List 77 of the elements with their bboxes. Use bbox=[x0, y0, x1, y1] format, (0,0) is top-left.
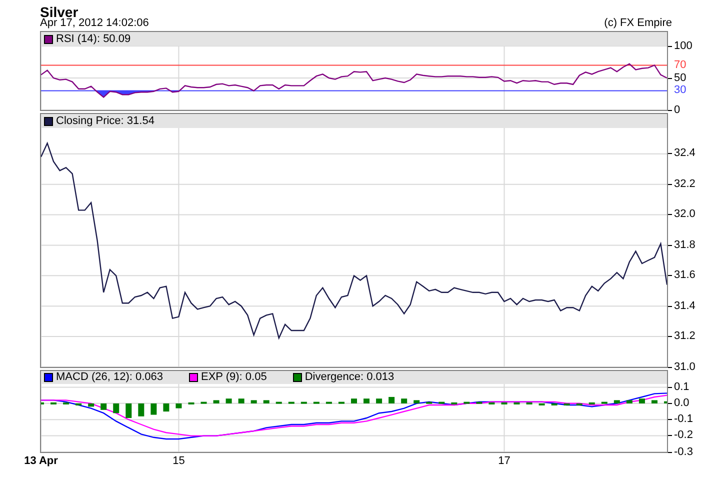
divergence-bar bbox=[263, 400, 270, 404]
divergence-bar bbox=[426, 402, 432, 404]
axis-label: 31.2 bbox=[674, 331, 696, 342]
divergence-bar bbox=[514, 402, 520, 404]
divergence-bar bbox=[526, 402, 532, 404]
divergence-bar bbox=[626, 400, 632, 404]
timestamp: Apr 17, 2012 14:02:06 bbox=[40, 18, 149, 28]
axis-label: 31.6 bbox=[674, 270, 696, 282]
axis-label: 50 bbox=[674, 72, 686, 84]
divergence-bar bbox=[300, 402, 307, 404]
divergence-bar bbox=[200, 402, 207, 404]
divergence-bar bbox=[250, 400, 257, 404]
divergence-bar bbox=[476, 402, 482, 404]
divergence-bar bbox=[576, 403, 582, 406]
divergence-bar bbox=[50, 402, 57, 404]
axis-label: 100 bbox=[674, 40, 692, 52]
axis-label: -0.2 bbox=[674, 430, 693, 442]
divergence-bar bbox=[238, 398, 244, 404]
divergence-bar bbox=[288, 402, 294, 404]
divergence-bar bbox=[488, 402, 495, 404]
legend-label: RSI (14): 50.09 bbox=[56, 34, 131, 44]
divergence-bar bbox=[376, 398, 382, 404]
divergence-bar bbox=[113, 403, 120, 414]
legend-label: Closing Price: 31.54 bbox=[56, 116, 154, 126]
divergence-bar bbox=[538, 403, 545, 406]
divergence-bar bbox=[401, 398, 408, 404]
date-label: 17 bbox=[498, 456, 510, 467]
divergence-bar bbox=[614, 400, 620, 404]
divergence-bar bbox=[551, 403, 558, 406]
reference-label: 30 bbox=[674, 85, 686, 96]
legend-label: Divergence: 0.013 bbox=[304, 372, 394, 383]
divergence-bar bbox=[638, 398, 645, 404]
axis-label: 31.0 bbox=[674, 362, 696, 372]
divergence-bar bbox=[364, 398, 370, 404]
divergence-bar bbox=[313, 402, 320, 404]
divergence-bar bbox=[213, 400, 220, 404]
axis-label: -0.1 bbox=[674, 414, 693, 426]
axis-label: 0.0 bbox=[674, 398, 690, 409]
date-label: 13 Apr bbox=[24, 456, 58, 467]
axis-label: 32.4 bbox=[674, 148, 696, 160]
divergence-bar bbox=[126, 403, 132, 418]
reference-label: 70 bbox=[674, 60, 686, 71]
axis-label: 32.0 bbox=[674, 209, 696, 220]
divergence-bar bbox=[388, 396, 395, 404]
divergence-bar bbox=[664, 401, 667, 404]
date-label: 15 bbox=[172, 456, 185, 467]
divergence-bar bbox=[76, 403, 82, 406]
divergence-bar bbox=[326, 402, 332, 404]
divergence-bar bbox=[501, 402, 508, 404]
axis-label: -0.3 bbox=[674, 446, 693, 458]
divergence-bar bbox=[601, 402, 608, 404]
divergence-bar bbox=[176, 403, 182, 408]
divergence-bar bbox=[588, 402, 595, 404]
divergence-bar bbox=[276, 402, 282, 404]
divergence-bar bbox=[438, 402, 445, 404]
axis-label: 31.4 bbox=[674, 300, 696, 312]
axis-label: 0.1 bbox=[674, 382, 690, 393]
divergence-bar bbox=[351, 398, 357, 404]
divergence-bar bbox=[63, 402, 70, 404]
divergence-bar bbox=[138, 403, 144, 416]
divergence-bar bbox=[451, 402, 458, 404]
divergence-bar bbox=[226, 398, 232, 404]
divergence-bar bbox=[651, 400, 658, 404]
copyright: (c) FX Empire bbox=[604, 18, 672, 28]
divergence-bar bbox=[464, 402, 470, 404]
divergence-bar bbox=[188, 402, 194, 404]
legend-label: MACD (26, 12): 0.063 bbox=[56, 372, 163, 383]
axis-label: 31.8 bbox=[674, 240, 696, 251]
legend-label: EXP (9): 0.05 bbox=[201, 372, 267, 383]
divergence-bar bbox=[338, 402, 344, 404]
divergence-bar bbox=[414, 400, 420, 404]
axis-label: 32.2 bbox=[674, 178, 696, 190]
divergence-bar bbox=[150, 403, 157, 415]
divergence-bar bbox=[88, 403, 94, 407]
divergence-bar bbox=[41, 402, 44, 404]
axis-label: 0 bbox=[674, 104, 680, 116]
divergence-bar bbox=[564, 403, 570, 406]
